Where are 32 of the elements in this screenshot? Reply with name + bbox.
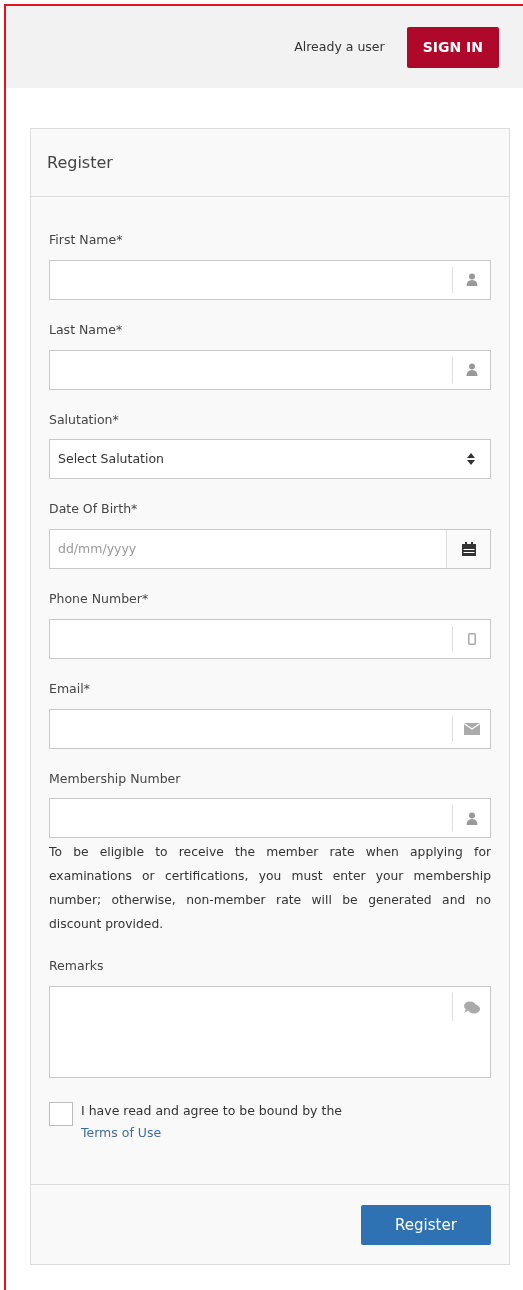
field-label: Phone Number* — [49, 590, 150, 608]
sign-in-button[interactable]: SIGN IN — [406, 26, 499, 68]
input-field[interactable] — [49, 798, 491, 839]
agree-checkbox[interactable] — [49, 1102, 73, 1126]
field-label: Date Of Birth* — [49, 500, 139, 519]
input-field[interactable] — [49, 618, 491, 659]
terms-link[interactable]: Terms of Use — [81, 1125, 162, 1140]
person-icon — [465, 363, 478, 376]
date-field[interactable]: dd/mm/yyyy — [49, 529, 491, 569]
person-icon — [465, 811, 478, 825]
phone-icon — [467, 632, 476, 645]
remarks-textarea[interactable] — [49, 986, 491, 1078]
input-field[interactable] — [49, 259, 491, 300]
salutation-select[interactable]: Select Salutation — [49, 439, 491, 480]
field-label: Email* — [49, 679, 91, 698]
field-label: Remarks — [49, 957, 105, 976]
field-label: Last Name* — [49, 320, 124, 339]
comments-icon — [463, 1000, 480, 1014]
calendar-icon — [461, 542, 476, 556]
field-label: Membership Number — [49, 769, 182, 788]
input-field[interactable] — [49, 349, 491, 390]
input-field[interactable] — [49, 708, 491, 749]
sign-in-prompt: Already a user — [294, 37, 385, 56]
sort-arrows-icon — [467, 453, 475, 466]
field-label: First Name* — [49, 231, 124, 249]
agreement-text: I have read and agree to be bound by the Terms of Use — [81, 1102, 342, 1142]
envelope-icon — [463, 722, 480, 735]
field-label: Salutation* — [49, 410, 120, 429]
person-icon — [465, 273, 478, 287]
help-text: To be eligible to receive the member rate when applying for examinations or certifications, you must enter your membership number; otherwise, non-member rate will be generated and no discount provided. — [49, 844, 491, 934]
card-title: Register — [47, 151, 113, 174]
register-button[interactable]: Register — [361, 1205, 491, 1245]
